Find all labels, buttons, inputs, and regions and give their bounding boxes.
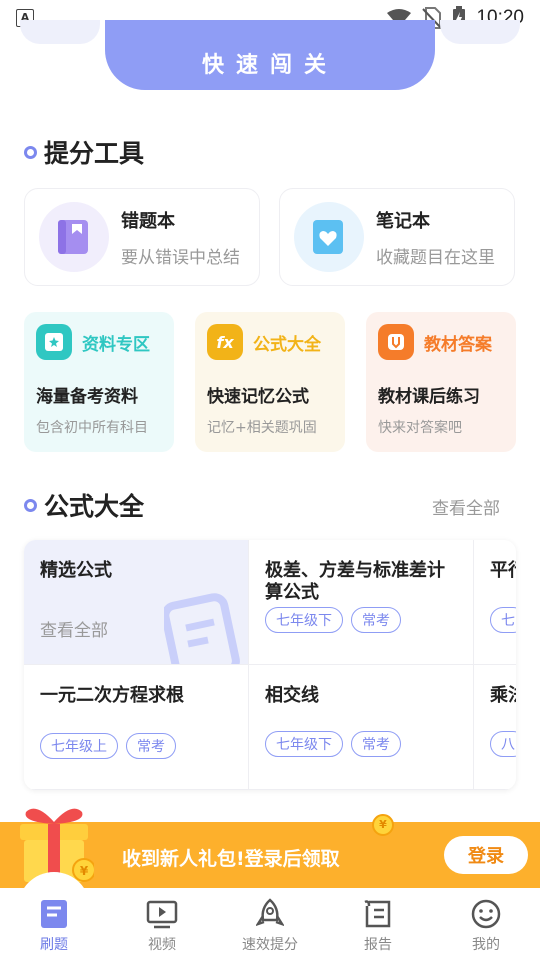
nav-label: 我的 [472,937,500,953]
rocket-icon [256,898,284,926]
nav-tab-practice[interactable]: 刷题 [0,888,108,960]
nav-label: 刷题 [40,937,68,953]
feature-title: 教材课后练习 [378,387,480,407]
feature-subtitle: 记忆+相关题巩固 [207,420,317,436]
featured-subtitle: 查看全部 [40,621,108,641]
fx-icon: fx [207,324,243,360]
section-dot-icon [24,145,37,159]
nav-tab-profile[interactable]: 我的 [432,888,540,960]
feature-label: 教材答案 [424,334,492,355]
formula-carousel[interactable]: 精选公式 查看全部 极差、方差与标准差计算公式 七年级下 常考 平行 七 一元二… [24,540,516,790]
new-user-gift-banner[interactable]: ¥ ¥ 收到新人礼包!登录后领取 登录 [0,808,540,888]
top-tab-left[interactable] [20,20,100,44]
card-title: 笔记本 [376,210,430,232]
formula-title: 一元二次方程求根 [40,685,184,706]
formula-cell[interactable]: 极差、方差与标准差计算公式 七年级下 常考 [249,540,474,665]
formula-title: 乘法 [490,685,516,706]
nav-label: 速效提分 [242,937,298,953]
section-title: 提分工具 [44,139,145,168]
feature-label: 资料专区 [82,334,150,355]
formula-title: 极差、方差与标准差计算公式 [265,560,445,603]
feature-label: 公式大全 [253,334,321,355]
nav-tab-report[interactable]: 报告 [324,888,432,960]
frequent-tag: 常考 [351,607,401,633]
section-title: 公式大全 [44,492,145,521]
coin-icon: ¥ [372,814,394,836]
view-all-link[interactable]: 查看全部 [432,494,500,519]
mistake-book-card[interactable]: 错题本 要从错误中总结 [24,188,260,286]
featured-formula-cell[interactable]: 精选公式 查看全部 [24,540,249,665]
formula-cell[interactable]: 一元二次方程求根 七年级上 常考 [24,665,249,790]
gift-banner-text: 收到新人礼包!登录后领取 [122,848,340,870]
bottom-nav: 刷题 视频 速效提分 报告 我的 [0,888,540,960]
frequent-tag: 常考 [351,731,401,757]
login-button[interactable]: 登录 [444,836,528,874]
formula-section-header: 公式大全 [24,487,144,523]
formula-card[interactable]: fx 公式大全 快速记忆公式 记忆+相关题巩固 [195,312,345,452]
quick-challenge-button[interactable]: 快速闯关 [105,20,435,90]
grade-tag: 七 [490,607,516,633]
grade-tag: 七年级上 [40,733,118,759]
grade-tag: 八 [490,731,516,757]
textbook-answers-card[interactable]: 教材答案 教材课后练习 快来对答案吧 [366,312,516,452]
nav-tab-video[interactable]: 视频 [108,888,216,960]
grade-tag: 七年级下 [265,731,343,757]
top-tab-right[interactable] [440,20,520,44]
notebook-card[interactable]: 笔记本 收藏题目在这里 [279,188,515,286]
formula-title: 平行 [490,560,516,581]
formula-cell[interactable]: 乘法 八 [474,665,516,790]
formula-cell[interactable]: 平行 七 [474,540,516,665]
tools-section-header: 提分工具 [24,134,144,170]
pencil-icon [378,324,414,360]
nav-label: 视频 [148,937,176,953]
frequent-tag: 常考 [126,733,176,759]
smile-icon [471,899,501,929]
feature-title: 快速记忆公式 [207,387,309,407]
notebook-icon [294,202,364,272]
section-dot-icon [24,498,37,512]
formula-title: 相交线 [265,685,319,706]
grade-tag: 七年级下 [265,607,343,633]
feature-subtitle: 包含初中所有科目 [36,420,148,436]
book-icon [41,900,67,928]
card-title: 错题本 [121,210,175,232]
svg-text:¥: ¥ [80,864,89,878]
card-subtitle: 收藏题目在这里 [376,247,495,268]
report-icon [364,900,391,928]
materials-card[interactable]: 资料专区 海量备考资料 包含初中所有科目 [24,312,174,452]
video-icon [146,900,178,929]
document-watermark-icon [164,593,240,664]
featured-title: 精选公式 [40,560,112,581]
nav-tab-boost[interactable]: 速效提分 [216,888,324,960]
feature-subtitle: 快来对答案吧 [378,420,462,436]
feature-title: 海量备考资料 [36,387,138,407]
card-subtitle: 要从错误中总结 [121,247,240,268]
formula-cell[interactable]: 相交线 七年级下 常考 [249,665,474,790]
nav-label: 报告 [364,937,392,953]
folder-star-icon [36,324,72,360]
mistake-book-icon [39,202,109,272]
